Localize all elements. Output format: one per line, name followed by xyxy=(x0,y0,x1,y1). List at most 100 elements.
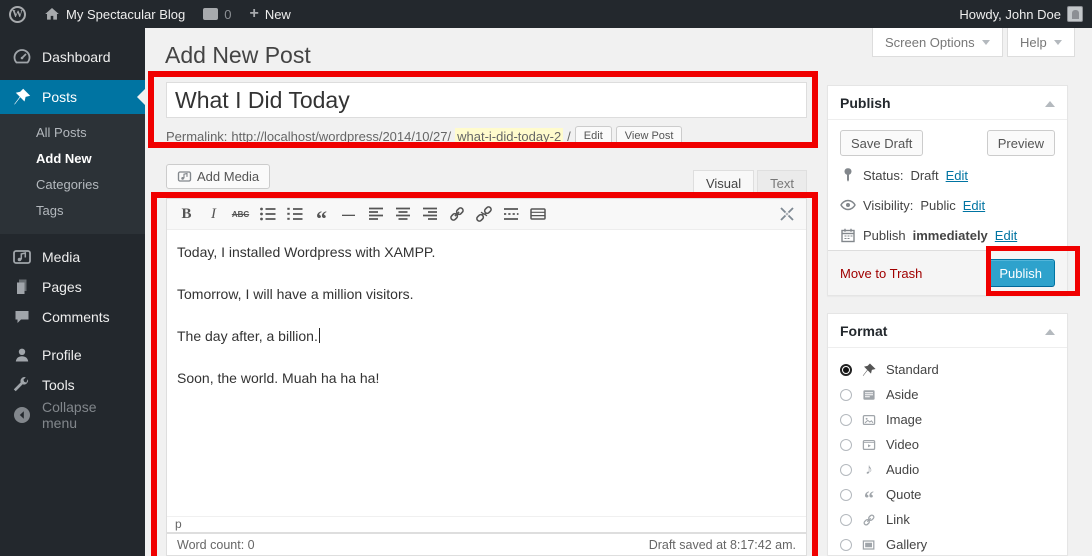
radio-video[interactable] xyxy=(840,439,852,451)
radio-standard[interactable] xyxy=(840,364,852,376)
format-option-audio: ♪ Audio xyxy=(840,457,1055,482)
editor-paragraph: Tomorrow, I will have a million visitors… xyxy=(177,284,796,305)
collapse-menu-label: Collapse menu xyxy=(42,399,133,431)
radio-aside[interactable] xyxy=(840,389,852,401)
sidebar-item-profile[interactable]: Profile xyxy=(0,340,145,370)
sidebar-item-comments[interactable]: Comments xyxy=(0,302,145,332)
collapse-menu-button[interactable]: Collapse menu xyxy=(0,400,145,430)
sidebar-item-categories[interactable]: Categories xyxy=(0,172,145,198)
post-status-icon xyxy=(840,167,856,183)
move-to-trash-link[interactable]: Move to Trash xyxy=(840,266,922,281)
view-post-button[interactable]: View Post xyxy=(616,126,683,146)
sidebar-item-media[interactable]: Media xyxy=(0,242,145,272)
italic-icon[interactable]: I xyxy=(200,202,227,226)
visibility-row: Visibility: Public Edit xyxy=(840,195,1055,215)
more-tag-icon[interactable] xyxy=(497,202,524,226)
format-label: Quote xyxy=(886,487,921,502)
radio-quote[interactable] xyxy=(840,489,852,501)
sidebar-item-all-posts[interactable]: All Posts xyxy=(0,120,145,146)
media-icon xyxy=(12,247,32,267)
edit-permalink-button[interactable]: Edit xyxy=(575,126,612,146)
new-label: New xyxy=(265,7,291,22)
sidebar-item-label: Dashboard xyxy=(42,49,111,65)
home-icon xyxy=(44,6,60,22)
insert-link-icon[interactable] xyxy=(443,202,470,226)
publish-minor-actions: Save Draft Preview xyxy=(840,130,1055,156)
collapse-up-icon[interactable] xyxy=(1045,324,1055,335)
screen-options-label: Screen Options xyxy=(885,35,975,50)
radio-gallery[interactable] xyxy=(840,539,852,551)
distraction-free-icon[interactable] xyxy=(773,202,800,226)
tools-icon xyxy=(12,375,32,395)
format-options-list: Standard Aside Image Video ♪ Audio xyxy=(828,348,1067,556)
permalink-slug: what-i-did-today-2 xyxy=(455,128,563,145)
preview-button[interactable]: Preview xyxy=(987,130,1055,156)
comments-menu[interactable]: 0 xyxy=(194,0,240,28)
toolbar-toggle-icon[interactable] xyxy=(524,202,551,226)
align-left-icon[interactable] xyxy=(362,202,389,226)
wordpress-logo-icon: W xyxy=(9,6,26,23)
chevron-down-icon xyxy=(982,40,990,49)
tab-text[interactable]: Text xyxy=(757,170,807,198)
sidebar-item-tags[interactable]: Tags xyxy=(0,198,145,224)
help-button[interactable]: Help xyxy=(1007,28,1075,57)
my-account-menu[interactable]: Howdy, John Doe xyxy=(950,0,1092,28)
remove-link-icon[interactable] xyxy=(470,202,497,226)
radio-link[interactable] xyxy=(840,514,852,526)
sidebar-item-dashboard[interactable]: Dashboard xyxy=(0,42,145,72)
publish-panel-header[interactable]: Publish xyxy=(828,86,1067,120)
format-option-standard: Standard xyxy=(840,357,1055,382)
sidebar-item-label: Tools xyxy=(42,377,75,393)
admin-bar: W My Spectacular Blog 0 + New Howdy, Joh… xyxy=(0,0,1092,28)
edit-visibility-link[interactable]: Edit xyxy=(963,198,985,213)
strikethrough-icon[interactable]: ABC xyxy=(227,202,254,226)
sidebar-item-add-new[interactable]: Add New xyxy=(0,146,145,172)
edit-schedule-link[interactable]: Edit xyxy=(995,228,1017,243)
save-draft-button[interactable]: Save Draft xyxy=(840,130,923,156)
visibility-value: Public xyxy=(920,198,955,213)
tab-visual[interactable]: Visual xyxy=(693,170,754,198)
new-content-menu[interactable]: + New xyxy=(240,0,299,28)
pushpin-icon xyxy=(860,362,878,378)
sidebar-item-label: Comments xyxy=(42,309,110,325)
sidebar-item-label: Media xyxy=(42,249,80,265)
permalink-label: Permalink: xyxy=(166,129,227,144)
admin-menu: Dashboard Posts All Posts Add New Catego… xyxy=(0,28,145,556)
site-name-menu[interactable]: My Spectacular Blog xyxy=(35,0,194,28)
align-center-icon[interactable] xyxy=(389,202,416,226)
editor-paragraph: The day after, a billion. xyxy=(177,326,796,347)
bold-icon[interactable]: B xyxy=(173,202,200,226)
audio-icon: ♪ xyxy=(860,461,878,478)
bulleted-list-icon[interactable] xyxy=(254,202,281,226)
avatar xyxy=(1067,6,1083,22)
permalink-trailing-slash: / xyxy=(567,129,571,144)
sidebar-item-posts[interactable]: Posts xyxy=(0,80,145,114)
radio-image[interactable] xyxy=(840,414,852,426)
collapse-up-icon[interactable] xyxy=(1045,96,1055,107)
wp-logo-menu[interactable]: W xyxy=(0,0,35,28)
format-label: Link xyxy=(886,512,910,527)
edit-status-link[interactable]: Edit xyxy=(946,168,968,183)
wordpress-logo-letter: W xyxy=(12,8,23,20)
editor-toolbar: B I ABC “ — xyxy=(167,199,806,230)
editor-content-area[interactable]: Today, I installed Wordpress with XAMPP.… xyxy=(167,230,806,516)
gallery-icon xyxy=(860,537,878,553)
numbered-list-icon[interactable] xyxy=(281,202,308,226)
sidebar-item-label: Pages xyxy=(42,279,82,295)
visibility-label: Visibility: xyxy=(863,198,913,213)
text-caret xyxy=(319,328,320,343)
menu-gap xyxy=(0,234,145,242)
sidebar-item-tools[interactable]: Tools xyxy=(0,370,145,400)
align-right-icon[interactable] xyxy=(416,202,443,226)
active-menu-arrow xyxy=(129,89,145,105)
post-title-input[interactable] xyxy=(166,82,807,118)
editor-status-bar: Word count: 0 Draft saved at 8:17:42 am. xyxy=(166,533,807,556)
format-panel-header[interactable]: Format xyxy=(828,314,1067,348)
screen-options-button[interactable]: Screen Options xyxy=(872,28,1003,57)
radio-audio[interactable] xyxy=(840,464,852,476)
horizontal-rule-icon[interactable]: — xyxy=(335,202,362,226)
publish-button[interactable]: Publish xyxy=(986,259,1055,287)
sidebar-item-pages[interactable]: Pages xyxy=(0,272,145,302)
link-icon xyxy=(860,512,878,528)
blockquote-icon[interactable]: “ xyxy=(308,202,335,226)
